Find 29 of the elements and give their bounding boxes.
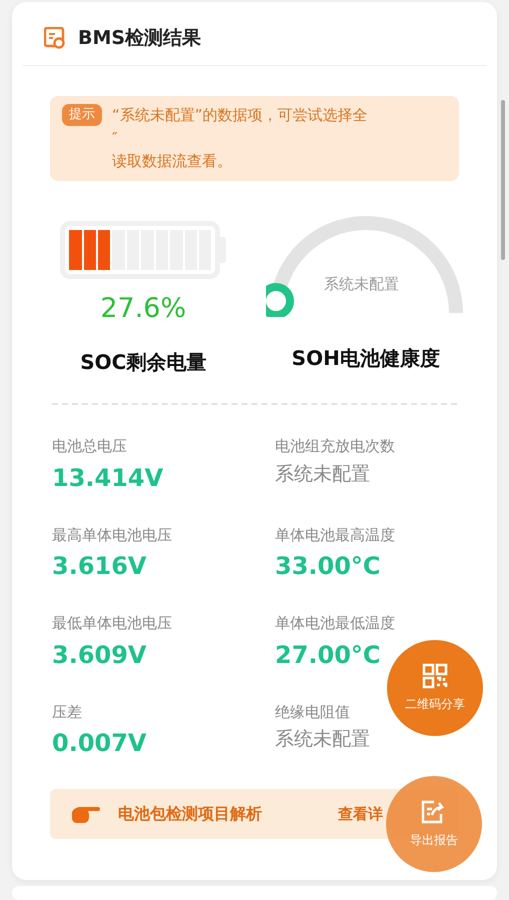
metric-value: 0.007V [52, 728, 146, 759]
banner-title: 电池包检测项目解析 [118, 803, 262, 825]
metric-label: 单体电池最低温度 [275, 613, 395, 634]
metric-value: 3.609V [52, 640, 146, 670]
metric-label: 压差 [52, 702, 82, 722]
qr-code-icon [422, 663, 448, 689]
soc-label: SOC剩余电量 [80, 349, 206, 376]
soc-value: 27.6% [100, 292, 186, 326]
metric-value: 27.00°C [275, 640, 381, 670]
soh-value: 系统未配置 [324, 274, 399, 294]
soh-label: SOH电池健康度 [292, 344, 440, 372]
details-link[interactable]: 查看详 [338, 802, 383, 826]
metric-label: 最高单体电池电压 [52, 524, 172, 546]
metric-label: 电池总电压 [52, 436, 127, 457]
metric-label: 电池组充放电次数 [275, 436, 395, 457]
metric-label: 单体电池最高温度 [275, 524, 395, 546]
metric-value: 系统未配置 [275, 462, 370, 486]
metric-value: 33.00°C [275, 551, 381, 582]
metric-value: 3.616V [52, 551, 146, 582]
report-icon [44, 27, 66, 50]
hint-tag: 提示 [62, 104, 102, 126]
hint-text: ″ [112, 128, 119, 148]
card-title: BMS检测结果 [78, 26, 202, 51]
hint-text: 读取数据流查看。 [112, 150, 233, 172]
metric-value: 系统未配置 [275, 727, 370, 752]
metric-value: 13.414V [52, 462, 164, 494]
metric-label: 绝缘电阻值 [275, 702, 350, 722]
hint-text: “系统未配置”的数据项，可尝试选择全 [112, 104, 368, 126]
metric-label: 最低单体电池电压 [52, 613, 172, 634]
